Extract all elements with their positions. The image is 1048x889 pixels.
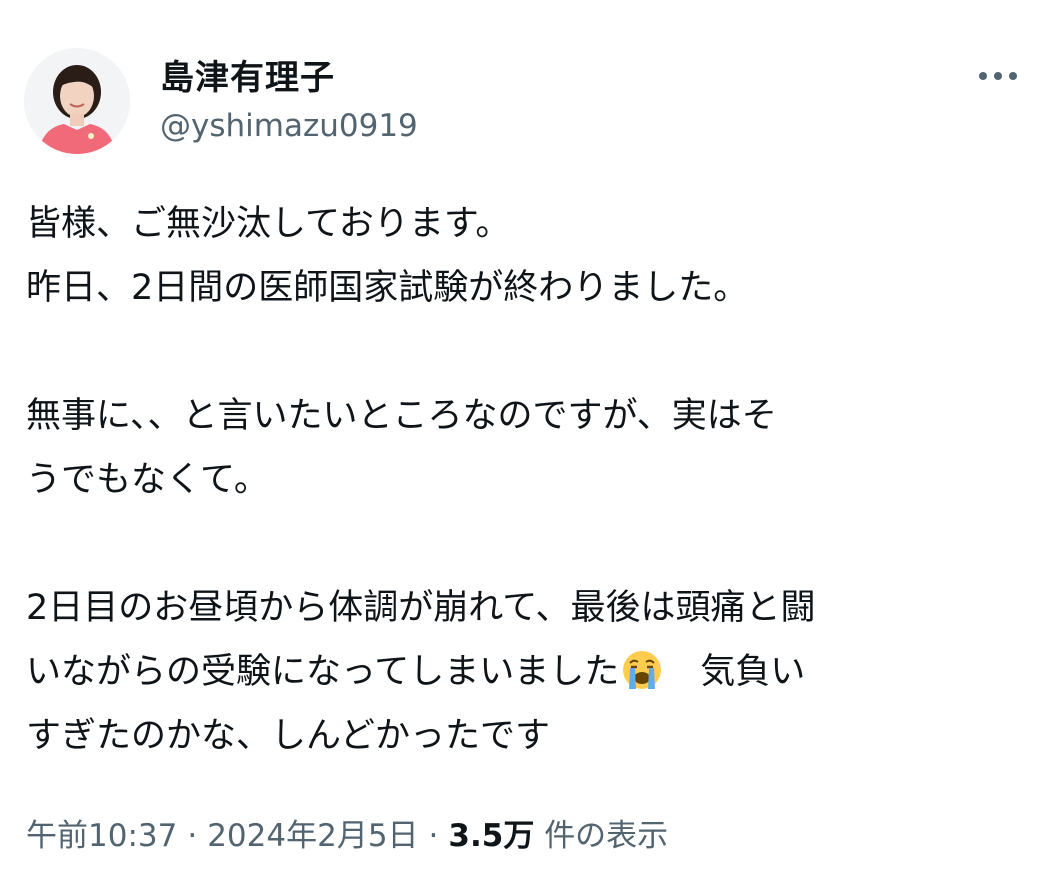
- views-label: 件の表示: [544, 818, 669, 854]
- loudly-crying-face-emoji: [621, 648, 663, 690]
- separator: ·: [428, 818, 439, 854]
- tweet-body: 皆様、ご無沙汰しております。 昨日、2日間の医師国家試験が終わりました。 無事に…: [26, 192, 1026, 768]
- tweet-date[interactable]: 2024年2月5日: [207, 818, 418, 854]
- avatar[interactable]: [24, 48, 130, 154]
- tweet-header: 島津有理子 @yshimazu0919: [0, 0, 1048, 170]
- author-handle[interactable]: @yshimazu0919: [160, 108, 418, 144]
- tweet-line-text: いながらの受験になってしまいました: [26, 652, 620, 692]
- tweet-meta: 午前10:37 · 2024年2月5日 · 3.5万 件の表示: [26, 810, 668, 855]
- tweet-line: 昨日、2日間の医師国家試験が終わりました。: [26, 268, 749, 308]
- tweet-line: 皆様、ご無沙汰しております。: [26, 204, 511, 244]
- more-horizontal-icon: [979, 72, 1017, 80]
- more-options-button[interactable]: [968, 58, 1028, 94]
- profile-photo: [24, 48, 130, 154]
- tweet-line: すぎたのかな、しんどかったです: [26, 716, 550, 756]
- tweet-line: 無事に、、と言いたいところなのですが、実はそ: [26, 396, 777, 436]
- tweet-time[interactable]: 午前10:37: [26, 818, 177, 854]
- tweet-line-with-emoji: いながらの受験になってしまいました 気負い: [26, 640, 1026, 704]
- tweet-line: うでもなくて。: [26, 460, 269, 500]
- tweet-line-text: 気負い: [665, 652, 806, 692]
- views-count[interactable]: 3.5万: [448, 818, 534, 854]
- author-display-name[interactable]: 島津有理子: [160, 50, 335, 99]
- tweet-line: 2日目のお昼頃から体調が崩れて、最後は頭痛と闘: [26, 588, 816, 628]
- separator: ·: [187, 818, 198, 854]
